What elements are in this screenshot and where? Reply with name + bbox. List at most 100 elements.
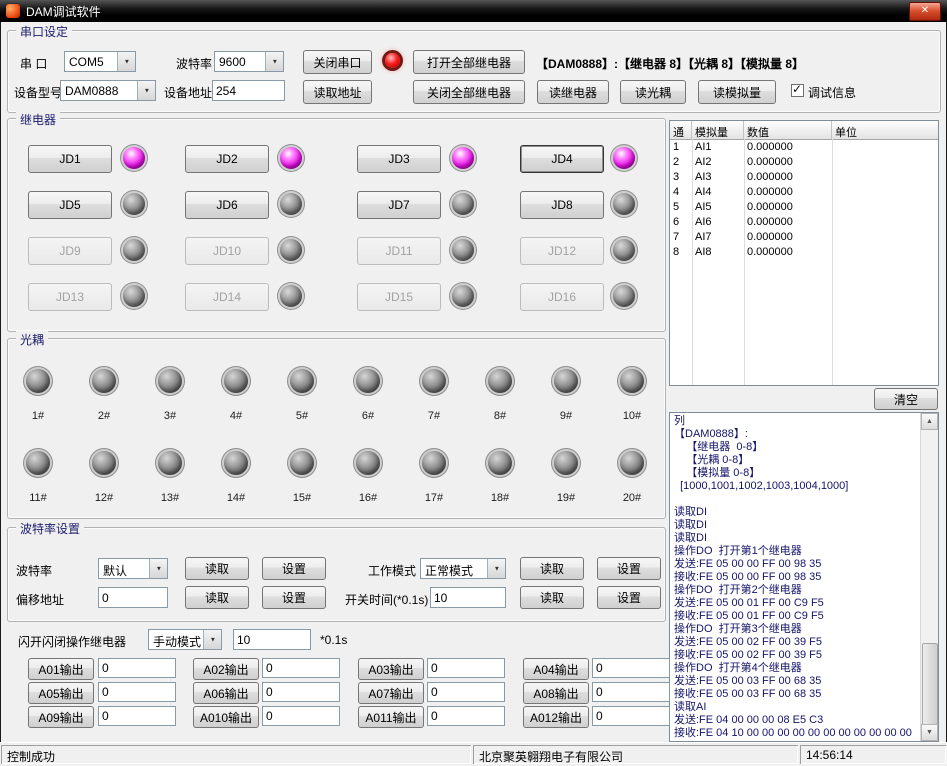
ao9-output-button[interactable]: A09输出 xyxy=(28,706,94,728)
debug-info-label: 调试信息 xyxy=(808,84,856,101)
analog-header-unit[interactable]: 单位 xyxy=(832,121,938,139)
relay-light-jd1 xyxy=(123,147,145,169)
analog-unit xyxy=(832,215,938,230)
relay-button-jd1[interactable]: JD1 xyxy=(28,145,112,173)
ao3-output-button[interactable]: A03输出 xyxy=(358,658,424,680)
debug-log-text: 列 【DAM0888】: 【继电器 0-8】 【光耦 0-8】 【模拟量 0-8… xyxy=(674,415,916,739)
opto-light-1 xyxy=(26,369,50,393)
relay-button-jd6[interactable]: JD6 xyxy=(185,191,269,219)
baud-default-select[interactable]: 默认 xyxy=(98,558,168,579)
read-address-button[interactable]: 读取地址 xyxy=(303,80,372,104)
chevron-down-icon[interactable] xyxy=(117,52,135,71)
relay-button-jd4[interactable]: JD4 xyxy=(520,145,604,173)
opto-light-18 xyxy=(488,451,512,475)
close-button[interactable]: ✕ xyxy=(909,2,941,21)
analog-row: 2AI20.000000 xyxy=(670,155,938,170)
model-select[interactable]: DAM0888 xyxy=(60,80,156,101)
ao5-value-input[interactable] xyxy=(98,682,176,702)
relay-button-jd7[interactable]: JD7 xyxy=(357,191,441,219)
chevron-down-icon[interactable] xyxy=(149,559,167,578)
switch-time-set-button[interactable]: 设置 xyxy=(597,586,661,609)
offset-set-button[interactable]: 设置 xyxy=(262,586,326,609)
ao9-value-input[interactable] xyxy=(98,706,176,726)
opto-light-4 xyxy=(224,369,248,393)
scrollbar-thumb[interactable] xyxy=(922,643,938,725)
switch-time-read-button[interactable]: 读取 xyxy=(520,586,584,609)
relay-light-jd15 xyxy=(452,285,474,307)
analog-ch: 6 xyxy=(670,215,692,230)
offset-input[interactable] xyxy=(98,587,168,608)
ao10-output-button[interactable]: A010输出 xyxy=(193,706,259,728)
opto-label-15: 15# xyxy=(282,492,322,504)
port-select[interactable]: COM5 xyxy=(64,51,136,72)
chevron-down-icon[interactable] xyxy=(137,81,155,100)
analog-ch: 1 xyxy=(670,140,692,155)
read-analog-button[interactable]: 读模拟量 xyxy=(698,80,776,104)
ao12-value-input[interactable] xyxy=(592,706,670,726)
ao8-value-input[interactable] xyxy=(592,682,670,702)
analog-row: 1AI10.000000 xyxy=(670,140,938,155)
scroll-up-icon[interactable] xyxy=(921,413,938,430)
ao6-value-input[interactable] xyxy=(262,682,340,702)
opto-label-16: 16# xyxy=(348,492,388,504)
ao8-output-button[interactable]: A08输出 xyxy=(523,682,589,704)
ao11-output-button[interactable]: A011输出 xyxy=(358,706,424,728)
ao7-output-button[interactable]: A07输出 xyxy=(358,682,424,704)
close-all-relays-button[interactable]: 关闭全部继电器 xyxy=(413,80,525,104)
baudrate-select[interactable]: 9600 xyxy=(214,51,284,72)
chevron-down-icon[interactable] xyxy=(265,52,283,71)
relay-button-jd3[interactable]: JD3 xyxy=(357,145,441,173)
analog-header-name[interactable]: 模拟量 xyxy=(692,121,744,139)
baud-read-button[interactable]: 读取 xyxy=(185,557,249,580)
address-input[interactable] xyxy=(212,80,285,101)
workmode-select[interactable]: 正常模式 xyxy=(420,558,506,579)
scroll-down-icon[interactable] xyxy=(921,724,938,741)
ao2-value-input[interactable] xyxy=(262,658,340,678)
workmode-read-button[interactable]: 读取 xyxy=(520,557,584,580)
relay-button-jd8[interactable]: JD8 xyxy=(520,191,604,219)
opto-label-19: 19# xyxy=(546,492,586,504)
relay-button-jd11: JD11 xyxy=(357,237,441,265)
ao10-value-input[interactable] xyxy=(262,706,340,726)
analog-header-value[interactable]: 数值 xyxy=(744,121,832,139)
ao7-value-input[interactable] xyxy=(427,682,505,702)
chevron-down-icon[interactable] xyxy=(203,630,221,649)
ao5-output-button[interactable]: A05输出 xyxy=(28,682,94,704)
ao4-output-button[interactable]: A04输出 xyxy=(523,658,589,680)
baud-set-button[interactable]: 设置 xyxy=(262,557,326,580)
opto-light-20 xyxy=(620,451,644,475)
debug-info-checkbox[interactable] xyxy=(791,84,804,97)
baud-setting-label: 波特率 xyxy=(16,562,52,579)
analog-row: 3AI30.000000 xyxy=(670,170,938,185)
clear-button[interactable]: 清空 xyxy=(874,388,938,410)
open-all-relays-button[interactable]: 打开全部继电器 xyxy=(413,50,525,74)
ao12-output-button[interactable]: A012输出 xyxy=(523,706,589,728)
ao4-value-input[interactable] xyxy=(592,658,670,678)
ao1-value-input[interactable] xyxy=(98,658,176,678)
analog-header-ch[interactable]: 通 xyxy=(670,121,692,139)
ao2-output-button[interactable]: A02输出 xyxy=(193,658,259,680)
log-scrollbar[interactable] xyxy=(920,413,938,741)
workmode-set-button[interactable]: 设置 xyxy=(597,557,661,580)
opto-label-3: 3# xyxy=(150,410,190,422)
flash-time-input[interactable] xyxy=(233,629,311,650)
close-serial-button[interactable]: 关闭串口 xyxy=(303,50,372,74)
ao11-value-input[interactable] xyxy=(427,706,505,726)
opto-light-14 xyxy=(224,451,248,475)
relay-button-jd5[interactable]: JD5 xyxy=(28,191,112,219)
ao6-output-button[interactable]: A06输出 xyxy=(193,682,259,704)
switch-time-input[interactable] xyxy=(430,587,506,608)
opto-light-2 xyxy=(92,369,116,393)
ao3-value-input[interactable] xyxy=(427,658,505,678)
analog-name: AI4 xyxy=(692,185,744,200)
flash-mode-select[interactable]: 手动模式 xyxy=(148,629,222,650)
analog-value: 0.000000 xyxy=(744,215,832,230)
relay-button-jd2[interactable]: JD2 xyxy=(185,145,269,173)
read-relay-button[interactable]: 读继电器 xyxy=(537,80,609,104)
offset-label: 偏移地址 xyxy=(16,591,64,608)
chevron-down-icon[interactable] xyxy=(487,559,505,578)
table-grid-line xyxy=(832,139,833,385)
offset-read-button[interactable]: 读取 xyxy=(185,586,249,609)
ao1-output-button[interactable]: A01输出 xyxy=(28,658,94,680)
read-opto-button[interactable]: 读光耦 xyxy=(620,80,686,104)
